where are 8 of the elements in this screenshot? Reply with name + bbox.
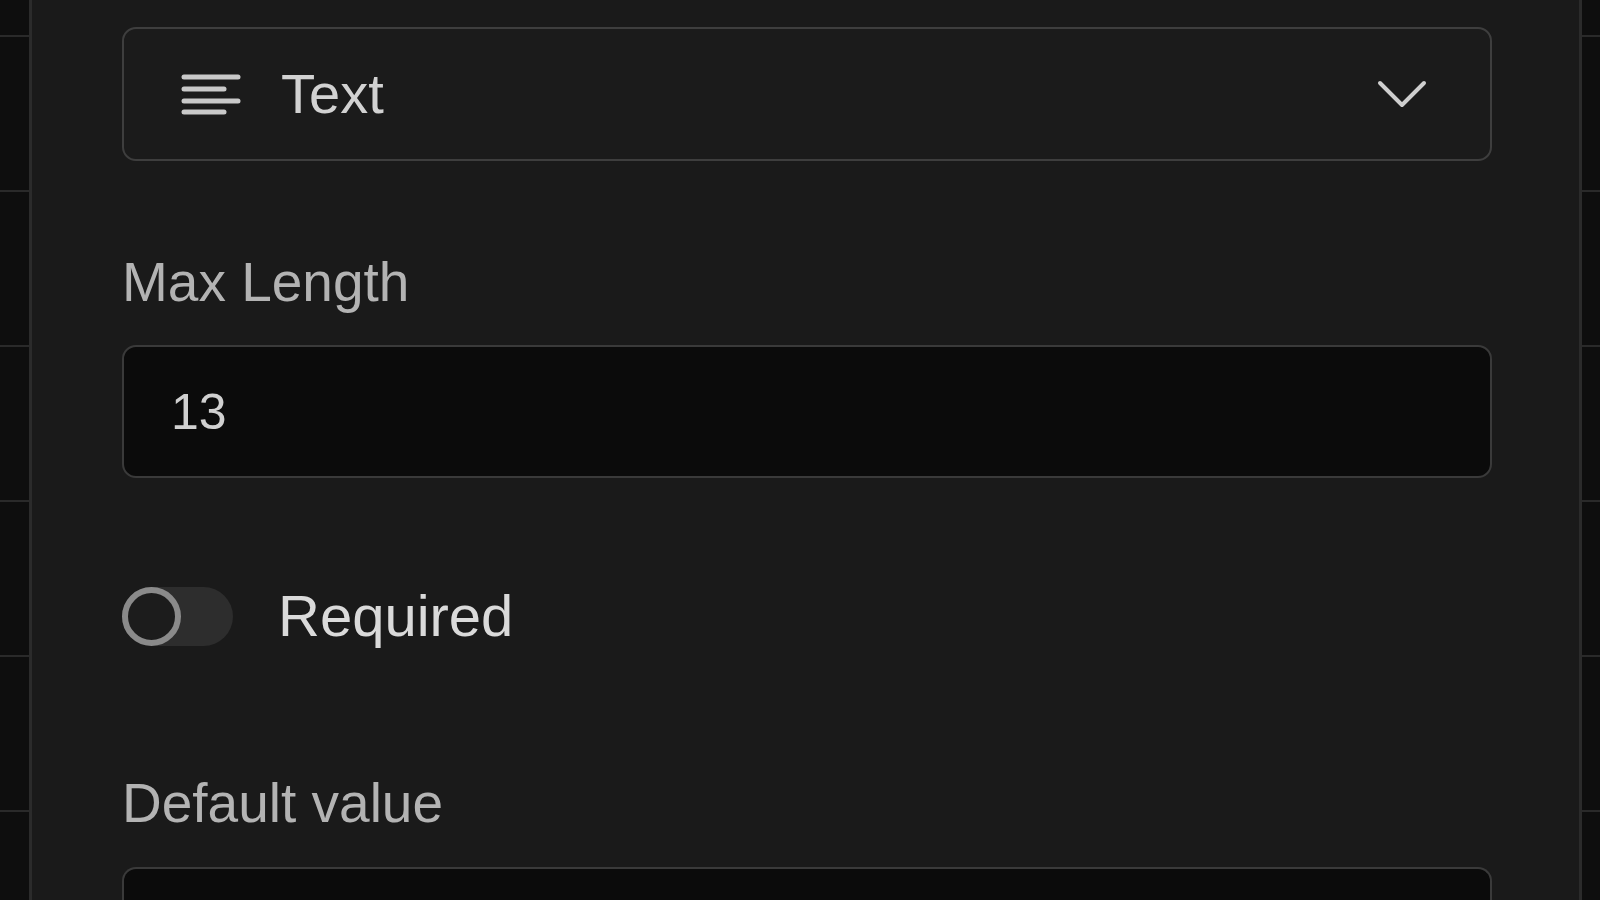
text-lines-icon xyxy=(181,72,241,116)
input-field[interactable]: 13 xyxy=(122,345,1492,478)
toggle-label: Required xyxy=(278,584,514,648)
chevron-down-icon xyxy=(1377,80,1427,108)
input-field[interactable] xyxy=(122,867,1492,900)
field-label: Max Length xyxy=(122,250,411,314)
field-label: Default value xyxy=(122,771,445,835)
type-dropdown[interactable]: Text xyxy=(122,27,1492,161)
